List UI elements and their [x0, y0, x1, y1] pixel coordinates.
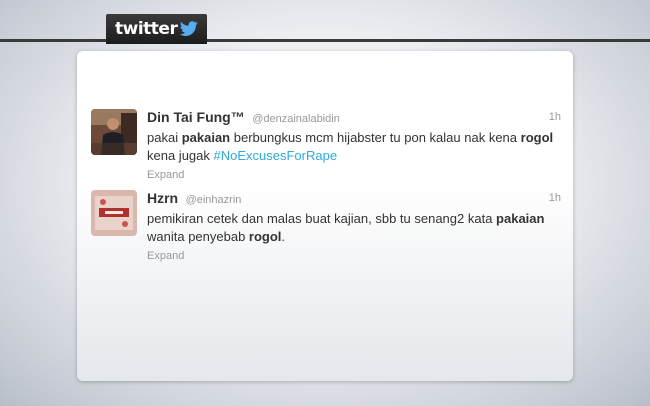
highlight-keyword: rogol: [248, 229, 282, 244]
tweet-text: pemikiran cetek dan malas buat kajian, s…: [147, 211, 545, 244]
logo-text: twitter: [115, 18, 178, 39]
expand-link[interactable]: Expand: [147, 250, 561, 262]
highlight-keyword: pakaian: [181, 130, 231, 145]
avatar[interactable]: [91, 109, 137, 155]
expand-link[interactable]: Expand: [147, 169, 561, 181]
hashtag-link[interactable]: #NoExcusesForRape: [214, 148, 338, 163]
header-bar-line: [0, 39, 650, 42]
author-name[interactable]: Hzrn: [147, 190, 178, 206]
timeline-card: Din Tai Fung™ @denzainalabidin 1h pakai …: [77, 51, 573, 381]
twitter-bird-icon: [180, 21, 199, 36]
author-name[interactable]: Din Tai Fung™: [147, 109, 245, 125]
tweet-text: pakai pakaian berbungkus mcm hijabster t…: [147, 130, 554, 163]
author-handle[interactable]: @denzainalabidin: [252, 113, 340, 125]
twitter-logo[interactable]: twitter: [106, 14, 207, 44]
highlight-keyword: pakaian: [496, 211, 545, 226]
highlight-keyword: rogol: [520, 130, 554, 145]
avatar[interactable]: [91, 190, 137, 236]
tweet-timestamp[interactable]: 1h: [549, 111, 561, 123]
author-handle[interactable]: @einhazrin: [186, 194, 242, 206]
tweet-timestamp[interactable]: 1h: [549, 192, 561, 204]
